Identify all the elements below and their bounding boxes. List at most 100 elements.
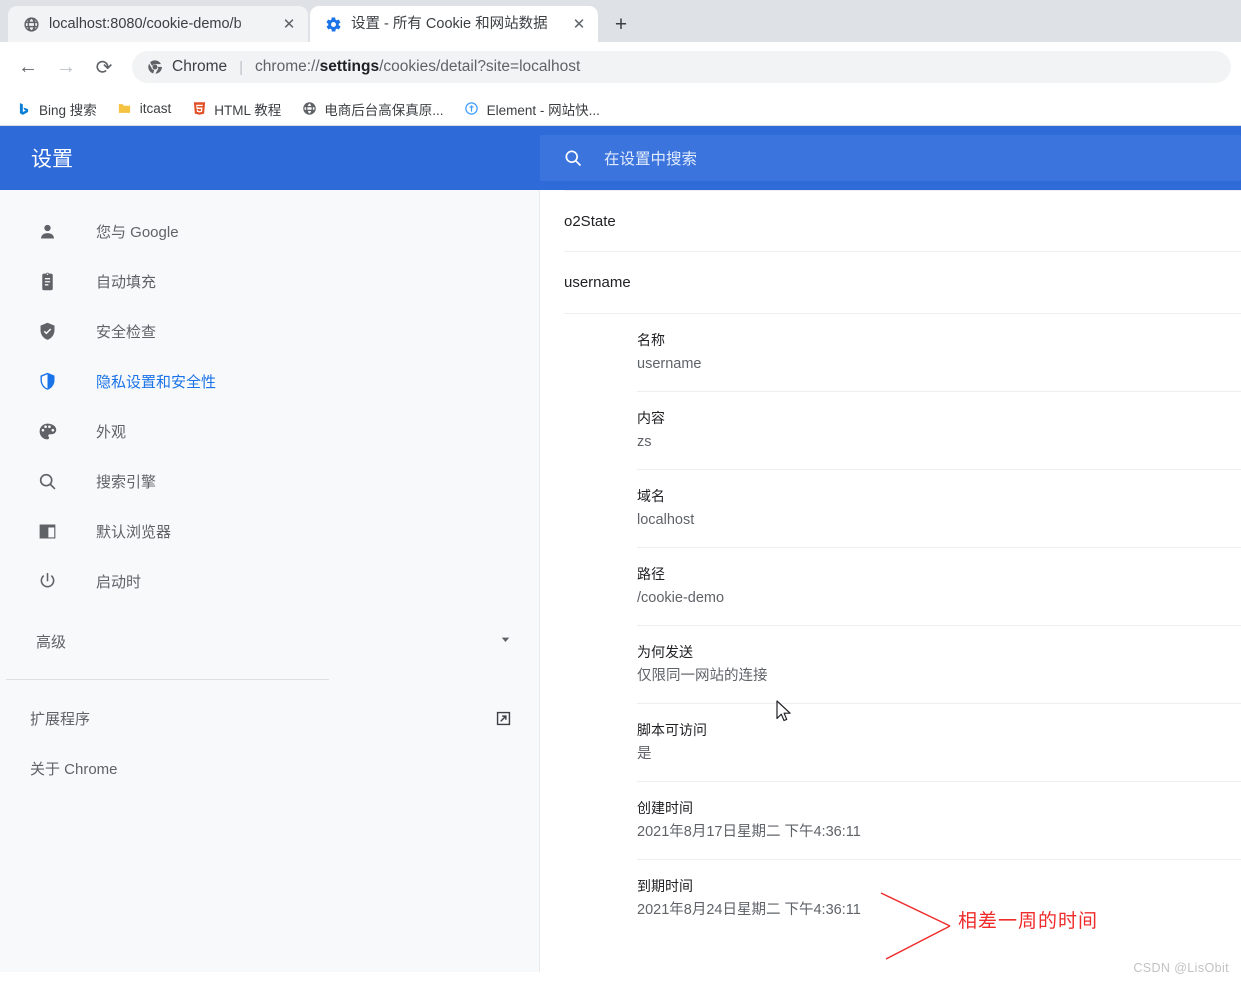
sidebar-divider bbox=[6, 679, 329, 680]
settings-sidebar: 您与 Google 自动填充 安全检查 bbox=[0, 190, 540, 972]
sidebar-item-label: 自动填充 bbox=[96, 271, 156, 292]
cookie-row-o2state[interactable]: o2State bbox=[564, 190, 1241, 252]
omnibox-scheme-label: Chrome bbox=[172, 58, 227, 76]
detail-label: 脚本可访问 bbox=[637, 719, 1241, 741]
detail-value: zs bbox=[637, 431, 1241, 453]
detail-item-send-for: 为何发送 仅限同一网站的连接 bbox=[637, 626, 1241, 704]
sidebar-item-label: 您与 Google bbox=[96, 221, 179, 242]
detail-label: 域名 bbox=[637, 485, 1241, 507]
bookmark-html-tutorial[interactable]: HTML 教程 bbox=[183, 96, 289, 122]
detail-item-accessible-to-script: 脚本可访问 是 bbox=[637, 704, 1241, 782]
cookie-name: o2State bbox=[564, 213, 616, 230]
detail-label: 创建时间 bbox=[637, 797, 1241, 819]
sidebar-item-label: 关于 Chrome bbox=[30, 758, 513, 779]
sidebar-item-label: 默认浏览器 bbox=[96, 521, 171, 542]
new-tab-button[interactable]: + bbox=[606, 9, 636, 39]
bookmark-label: Element - 网站快... bbox=[487, 99, 600, 119]
settings-page: 设置 在设置中搜索 您与 Google bbox=[0, 126, 1241, 972]
cookie-row-username[interactable]: username bbox=[564, 252, 1241, 314]
sidebar-item-advanced[interactable]: 高级 bbox=[0, 616, 539, 666]
sidebar-item-privacy-and-security[interactable]: 隐私设置和安全性 bbox=[0, 356, 539, 406]
browser-window-icon bbox=[36, 520, 58, 542]
forward-button[interactable]: → bbox=[48, 49, 84, 85]
cookie-name: username bbox=[564, 274, 631, 291]
tab-title: 设置 - 所有 Cookie 和网站数据 bbox=[351, 15, 561, 33]
tab-settings[interactable]: 设置 - 所有 Cookie 和网站数据 ✕ bbox=[310, 6, 598, 42]
bookmarks-bar: Bing 搜索 itcast HTML 教程 电商后台高保真原... Eleme… bbox=[0, 92, 1241, 126]
detail-value: 是 bbox=[637, 743, 1241, 765]
bookmark-itcast[interactable]: itcast bbox=[109, 98, 180, 120]
search-icon bbox=[563, 148, 583, 168]
sidebar-item-search-engine[interactable]: 搜索引擎 bbox=[0, 456, 539, 506]
sidebar-item-label: 外观 bbox=[96, 421, 126, 442]
sidebar-item-you-and-google[interactable]: 您与 Google bbox=[0, 206, 539, 256]
url-prefix: chrome:// bbox=[255, 58, 320, 75]
element-icon bbox=[464, 101, 480, 117]
tab-strip: localhost:8080/cookie-demo/b ✕ 设置 - 所有 C… bbox=[0, 0, 1241, 42]
shield-check-icon bbox=[36, 320, 58, 342]
detail-value: /cookie-demo bbox=[637, 587, 1241, 609]
omnibox-url: chrome://settings/cookies/detail?site=lo… bbox=[255, 58, 580, 76]
gear-icon bbox=[324, 15, 342, 33]
bing-icon bbox=[16, 101, 32, 117]
watermark: CSDN @LisObit bbox=[1133, 961, 1229, 975]
palette-icon bbox=[36, 420, 58, 442]
detail-label: 到期时间 bbox=[637, 875, 1241, 897]
folder-icon bbox=[117, 101, 133, 117]
reload-button[interactable]: ⟳ bbox=[86, 49, 122, 85]
sidebar-item-label: 安全检查 bbox=[96, 321, 156, 342]
detail-value: 仅限同一网站的连接 bbox=[637, 665, 1241, 687]
detail-item-created: 创建时间 2021年8月17日星期二 下午4:36:11 bbox=[637, 782, 1241, 860]
close-icon[interactable]: ✕ bbox=[280, 15, 298, 33]
detail-item-path: 路径 /cookie-demo bbox=[637, 548, 1241, 626]
globe-icon bbox=[22, 15, 40, 33]
detail-item-name: 名称 username bbox=[637, 314, 1241, 392]
bookmark-label: 电商后台高保真原... bbox=[324, 99, 443, 119]
detail-value: 2021年8月17日星期二 下午4:36:11 bbox=[637, 821, 1241, 843]
sidebar-item-extensions[interactable]: 扩展程序 bbox=[0, 693, 539, 743]
clipboard-icon bbox=[36, 270, 58, 292]
settings-header: 设置 在设置中搜索 bbox=[0, 126, 1241, 190]
sidebar-item-autofill[interactable]: 自动填充 bbox=[0, 256, 539, 306]
close-icon[interactable]: ✕ bbox=[570, 15, 588, 33]
shield-icon bbox=[36, 370, 58, 392]
search-input[interactable]: 在设置中搜索 bbox=[540, 135, 1241, 181]
search-placeholder: 在设置中搜索 bbox=[604, 147, 697, 169]
sidebar-item-on-startup[interactable]: 启动时 bbox=[0, 556, 539, 606]
url-highlight: settings bbox=[320, 58, 379, 75]
back-button[interactable]: ← bbox=[10, 49, 46, 85]
detail-label: 内容 bbox=[637, 407, 1241, 429]
tab-localhost[interactable]: localhost:8080/cookie-demo/b ✕ bbox=[8, 6, 308, 42]
detail-value: username bbox=[637, 353, 1241, 375]
person-icon bbox=[36, 220, 58, 242]
globe-icon bbox=[301, 101, 317, 117]
sidebar-item-label: 搜索引擎 bbox=[96, 471, 156, 492]
detail-label: 为何发送 bbox=[637, 641, 1241, 663]
sidebar-item-safety-check[interactable]: 安全检查 bbox=[0, 306, 539, 356]
detail-label: 名称 bbox=[637, 329, 1241, 351]
page-title: 设置 bbox=[0, 143, 540, 173]
bookmark-bing[interactable]: Bing 搜索 bbox=[8, 96, 105, 122]
bookmark-label: Bing 搜索 bbox=[39, 99, 97, 119]
url-suffix: /cookies/detail?site=localhost bbox=[379, 58, 580, 75]
bookmark-ecommerce[interactable]: 电商后台高保真原... bbox=[293, 96, 451, 122]
detail-item-domain: 域名 localhost bbox=[637, 470, 1241, 548]
sidebar-item-about-chrome[interactable]: 关于 Chrome bbox=[0, 743, 539, 793]
tab-title: localhost:8080/cookie-demo/b bbox=[49, 15, 271, 33]
search-icon bbox=[36, 470, 58, 492]
bookmark-label: HTML 教程 bbox=[214, 99, 281, 119]
bookmark-element[interactable]: Element - 网站快... bbox=[456, 96, 608, 122]
address-bar[interactable]: Chrome | chrome://settings/cookies/detai… bbox=[132, 51, 1231, 83]
sidebar-item-default-browser[interactable]: 默认浏览器 bbox=[0, 506, 539, 556]
browser-toolbar: ← → ⟳ Chrome | chrome://settings/cookies… bbox=[0, 42, 1241, 92]
browser-window: localhost:8080/cookie-demo/b ✕ 设置 - 所有 C… bbox=[0, 0, 1241, 981]
sidebar-item-label: 隐私设置和安全性 bbox=[96, 371, 216, 392]
detail-label: 路径 bbox=[637, 563, 1241, 585]
html5-icon bbox=[191, 101, 207, 117]
sidebar-item-appearance[interactable]: 外观 bbox=[0, 406, 539, 456]
sidebar-item-label: 扩展程序 bbox=[30, 708, 494, 729]
sidebar-item-label: 启动时 bbox=[96, 571, 141, 592]
omnibox-separator: | bbox=[239, 59, 243, 76]
detail-item-expires: 到期时间 2021年8月24日星期二 下午4:36:11 bbox=[637, 860, 1241, 937]
bookmark-label: itcast bbox=[140, 101, 172, 116]
